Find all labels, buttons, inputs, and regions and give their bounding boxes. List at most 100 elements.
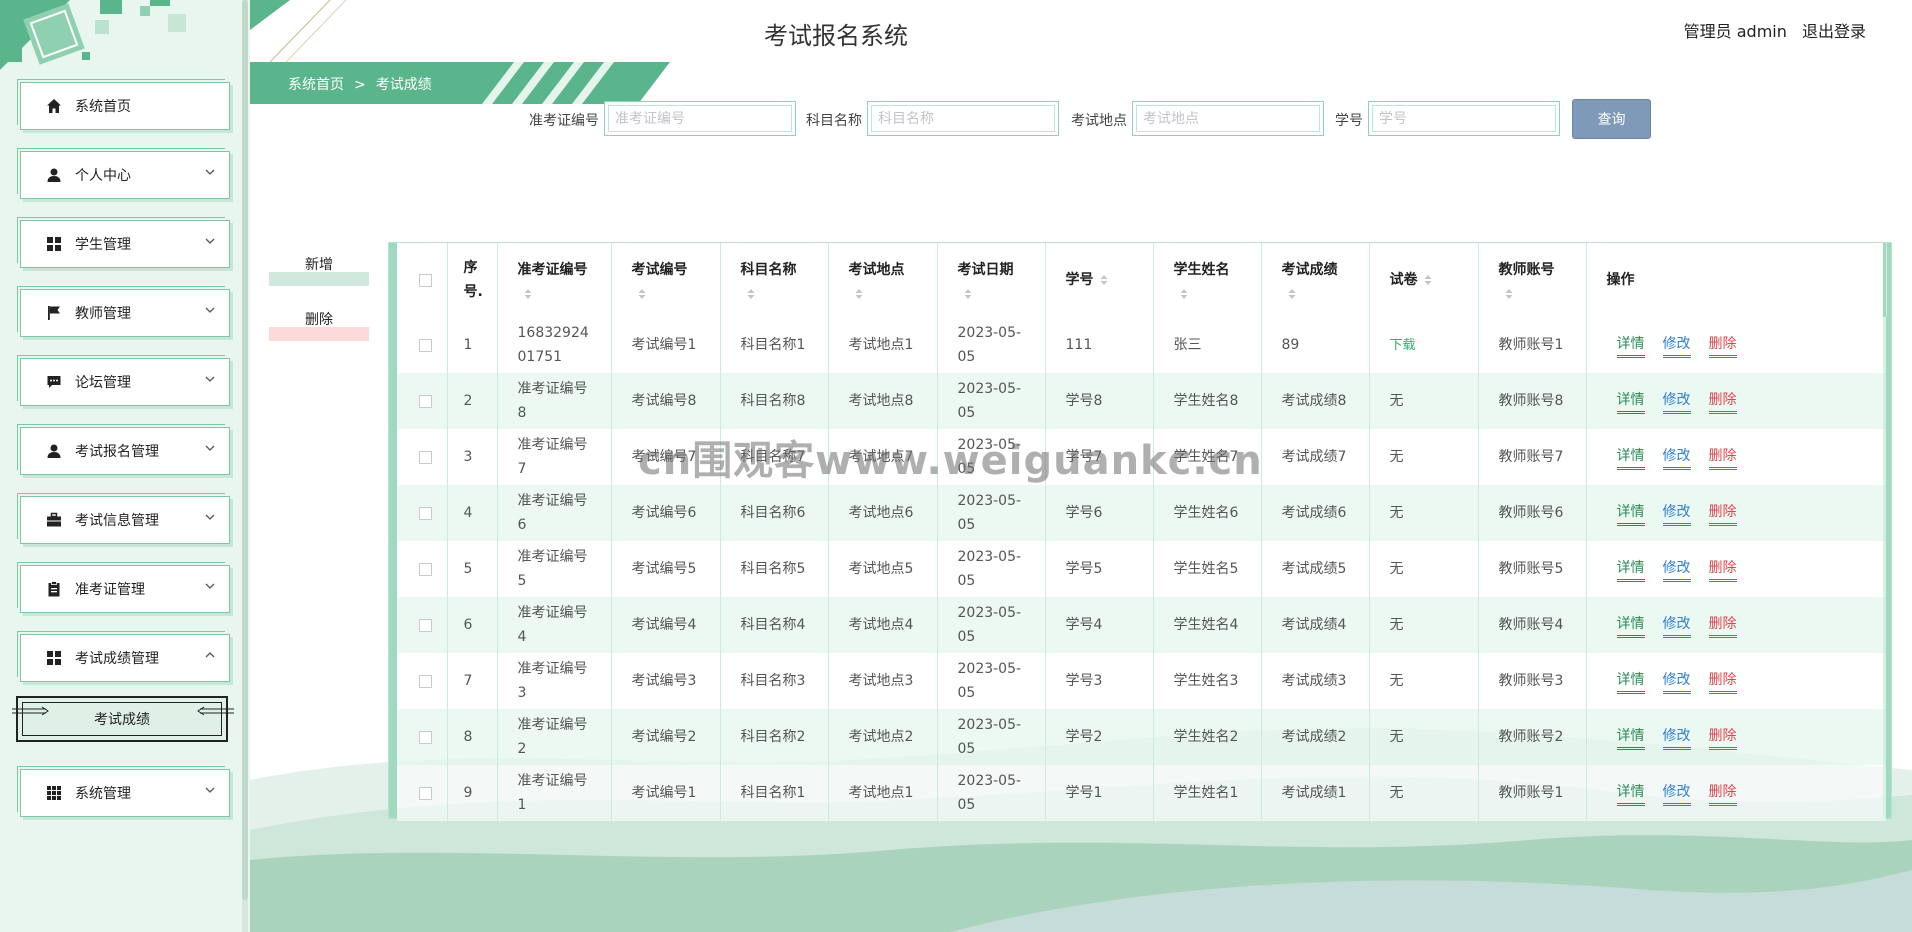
row-checkbox[interactable] [419,674,432,688]
detail-button[interactable]: 详情 [1616,502,1645,526]
sort-icon[interactable] [1499,286,1566,302]
breadcrumb-home[interactable]: 系统首页 [288,77,344,93]
edit-button[interactable]: 修改 [1662,670,1691,694]
sidebar-item-home[interactable]: 系统首页 [17,79,230,130]
edit-button[interactable]: 修改 [1662,446,1691,470]
edit-button[interactable]: 修改 [1662,334,1691,358]
subject-name-label: 科目名称 [806,113,862,129]
edit-button[interactable]: 修改 [1662,558,1691,582]
header-exam-no[interactable]: 考试编号 [611,243,721,317]
delete-row-button[interactable]: 删除 [1708,390,1737,414]
detail-button[interactable]: 详情 [1616,558,1645,582]
app-title: 考试报名系统 [764,22,908,50]
sort-icon[interactable] [849,286,917,302]
chevron-down-icon [205,238,215,244]
subject-name-input[interactable] [867,101,1059,136]
sort-icon[interactable] [958,286,1025,302]
edit-button[interactable]: 修改 [1662,614,1691,638]
delete-row-button[interactable]: 删除 [1708,502,1737,526]
edit-button[interactable]: 修改 [1662,390,1691,414]
header-subject-name[interactable]: 科目名称 [720,243,829,317]
cell-operations: 详情 修改 删除 [1586,597,1886,653]
detail-button[interactable]: 详情 [1616,390,1645,414]
header-student-no[interactable]: 学号 [1045,243,1154,317]
cell-seq: 6 [447,597,498,653]
edit-button[interactable]: 修改 [1662,782,1691,806]
ticket-no-input[interactable] [604,101,796,136]
sort-icon[interactable] [632,286,700,302]
sort-icon[interactable] [1282,286,1349,302]
sidebar-item-admission-ticket[interactable]: 准考证管理 [17,562,230,613]
sidebar-item-forum-management[interactable]: 论坛管理 [17,355,230,406]
row-checkbox[interactable] [419,562,432,576]
delete-button[interactable]: 删除 [269,309,369,341]
row-checkbox[interactable] [419,394,432,408]
cell-student-no: 学号3 [1045,653,1154,709]
cell-exam-date: 2023-05-05 [937,373,1046,429]
delete-row-button[interactable]: 删除 [1708,782,1737,806]
sort-icon[interactable] [1174,286,1241,302]
sidebar-item-exam-score-management[interactable]: 考试成绩管理 [17,631,230,682]
header-teacher-account[interactable]: 教师账号 [1478,243,1587,317]
edit-button[interactable]: 修改 [1662,726,1691,750]
header-paper[interactable]: 试卷 [1369,243,1479,317]
detail-button[interactable]: 详情 [1616,726,1645,750]
header-label: 操作 [1606,272,1635,288]
sort-icon[interactable] [1418,272,1432,288]
row-checkbox[interactable] [419,338,432,352]
student-no-input[interactable] [1368,101,1560,136]
row-checkbox[interactable] [419,730,432,744]
detail-button[interactable]: 详情 [1616,446,1645,470]
add-button[interactable]: 新增 [269,254,369,286]
header-exam-score[interactable]: 考试成绩 [1261,243,1370,317]
header-ticket-no[interactable]: 准考证编号 [497,243,612,317]
row-checkbox[interactable] [419,450,432,464]
cell-operations: 详情 修改 删除 [1586,653,1886,709]
logout-link[interactable]: 退出登录 [1802,22,1866,41]
paper-none-text: 无 [1389,785,1404,801]
row-checkbox[interactable] [419,786,432,800]
row-checkbox[interactable] [419,618,432,632]
paper-download-link[interactable]: 下载 [1390,338,1416,353]
exam-location-input[interactable] [1132,101,1324,136]
cell-teacher-account: 教师账号1 [1478,765,1587,821]
header-exam-location[interactable]: 考试地点 [828,243,938,317]
cell-seq: 3 [447,429,498,485]
cell-exam-location: 考试地点1 [828,317,938,373]
row-select-cell [397,597,448,653]
sort-icon[interactable] [518,286,591,302]
sidebar-scrollbar[interactable] [242,0,248,900]
detail-button[interactable]: 详情 [1616,614,1645,638]
sidebar-item-system-management[interactable]: 系统管理 [17,766,230,817]
detail-button[interactable]: 详情 [1616,782,1645,806]
header-label: 考试地点 [848,262,905,278]
select-all-checkbox[interactable] [419,273,432,287]
submenu-item-exam-score[interactable]: 考试成绩 [12,696,234,742]
header-student-name[interactable]: 学生姓名 [1153,243,1262,317]
header-exam-date[interactable]: 考试日期 [937,243,1046,317]
sort-icon[interactable] [741,286,808,302]
sidebar-item-label: 系统管理 [75,786,131,802]
edit-button[interactable]: 修改 [1662,502,1691,526]
cell-student-no: 学号2 [1045,709,1154,765]
detail-button[interactable]: 详情 [1616,670,1645,694]
sidebar-item-personal-center[interactable]: 个人中心 [17,148,230,199]
detail-button[interactable]: 详情 [1616,334,1645,358]
delete-row-button[interactable]: 删除 [1708,670,1737,694]
sidebar-item-teacher-management[interactable]: 教师管理 [17,286,230,337]
sidebar-item-exam-info[interactable]: 考试信息管理 [17,493,230,544]
delete-row-button[interactable]: 删除 [1708,446,1737,470]
delete-row-button[interactable]: 删除 [1708,558,1737,582]
sidebar-item-label: 个人中心 [75,168,131,184]
query-button[interactable]: 查询 [1572,99,1651,139]
delete-row-button[interactable]: 删除 [1708,726,1737,750]
cell-exam-date: 2023-05-05 [937,653,1046,709]
delete-row-button[interactable]: 删除 [1708,334,1737,358]
arrow-right-icon [12,706,49,716]
sidebar-item-label: 准考证管理 [75,582,145,598]
sort-icon[interactable] [1094,272,1108,288]
delete-row-button[interactable]: 删除 [1708,614,1737,638]
sidebar-item-exam-registration[interactable]: 考试报名管理 [17,424,230,475]
row-checkbox[interactable] [419,506,432,520]
sidebar-item-student-management[interactable]: 学生管理 [17,217,230,268]
